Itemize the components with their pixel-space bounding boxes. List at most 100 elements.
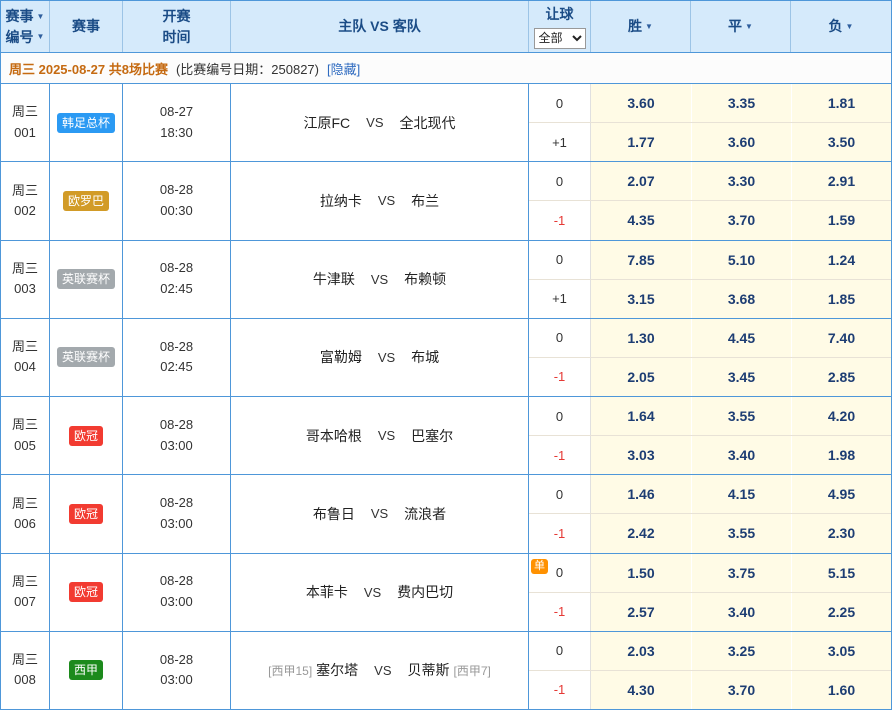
league-badge[interactable]: 英联赛杯 <box>57 269 115 289</box>
away-team: 布城 <box>411 347 439 367</box>
league-badge[interactable]: 欧冠 <box>69 582 103 602</box>
odds-win-cell[interactable]: 2.03 <box>591 632 691 670</box>
away-team: 布兰 <box>411 191 439 211</box>
odds-draw-cell[interactable]: 3.25 <box>691 632 791 670</box>
match-time: 08-28 02:45 <box>123 319 231 396</box>
odds-lose-cell[interactable]: 7.40 <box>791 319 891 357</box>
odds-draw-cell[interactable]: 3.35 <box>691 84 791 122</box>
vs-label: VS <box>364 585 381 600</box>
handicap-value: +1 <box>552 135 567 150</box>
odds-lose-cell[interactable]: 3.05 <box>791 632 891 670</box>
league-badge[interactable]: 欧冠 <box>69 504 103 524</box>
odds-draw-cell[interactable]: 3.68 <box>691 280 791 318</box>
odds-draw-cell[interactable]: 3.75 <box>691 554 791 592</box>
league-badge[interactable]: 韩足总杯 <box>57 113 115 133</box>
match-start-time: 02:45 <box>160 357 193 378</box>
odds-draw-cell[interactable]: 3.55 <box>691 397 791 435</box>
match-date: 08-28 <box>160 337 193 358</box>
odds-win-cell[interactable]: 1.46 <box>591 475 691 513</box>
odds-line: 0 1.30 4.45 7.40 <box>529 319 891 357</box>
odds-lose-cell[interactable]: 1.24 <box>791 241 891 279</box>
header-draw[interactable]: 平 ▼ <box>691 1 791 52</box>
handicap-value: -1 <box>554 604 566 619</box>
odds-block: 0 1.64 3.55 4.20 -1 3.03 3.40 1.98 <box>529 397 891 474</box>
header-match-id[interactable]: 赛事 ▼ 编号 ▼ <box>1 1 50 52</box>
odds-win-cell[interactable]: 2.57 <box>591 593 691 631</box>
odds-win-cell[interactable]: 3.03 <box>591 436 691 474</box>
league-badge[interactable]: 欧罗巴 <box>63 191 109 211</box>
league-badge[interactable]: 欧冠 <box>69 426 103 446</box>
odds-lose-cell[interactable]: 2.25 <box>791 593 891 631</box>
league-badge[interactable]: 西甲 <box>69 660 103 680</box>
odds-win-cell[interactable]: 2.05 <box>591 358 691 396</box>
hide-link[interactable]: [隐藏] <box>327 59 360 78</box>
odds-win-cell[interactable]: 1.77 <box>591 123 691 161</box>
match-start-time: 18:30 <box>160 123 193 144</box>
teams-cell: 富勒姆 VS 布城 <box>231 319 529 396</box>
odds-draw-cell[interactable]: 3.70 <box>691 671 791 709</box>
odds-draw-cell[interactable]: 3.55 <box>691 514 791 552</box>
odds-draw-cell[interactable]: 5.10 <box>691 241 791 279</box>
odds-win-cell[interactable]: 1.50 <box>591 554 691 592</box>
single-tag: 单 <box>531 559 548 574</box>
match-date: 08-28 <box>160 415 193 436</box>
odds-win-cell[interactable]: 2.42 <box>591 514 691 552</box>
sort-icon: ▼ <box>37 31 45 43</box>
header-win[interactable]: 胜 ▼ <box>591 1 691 52</box>
league-cell: 西甲 <box>50 632 123 709</box>
odds-win-cell[interactable]: 4.30 <box>591 671 691 709</box>
away-team: 流浪者 <box>404 504 446 524</box>
handicap-value: 0 <box>556 330 563 345</box>
odds-win-cell[interactable]: 1.30 <box>591 319 691 357</box>
odds-draw-cell[interactable]: 3.30 <box>691 162 791 200</box>
odds-lose-cell[interactable]: 1.59 <box>791 201 891 239</box>
odds-lose-cell[interactable]: 1.98 <box>791 436 891 474</box>
header-league-label: 赛事 <box>72 16 100 36</box>
odds-win-cell[interactable]: 2.07 <box>591 162 691 200</box>
odds-table: 赛事 ▼ 编号 ▼ 赛事 开赛 时间 主队 VS 客队 让球 全部 胜 <box>0 0 892 710</box>
odds-lose-cell[interactable]: 5.15 <box>791 554 891 592</box>
handicap-cell: 0 <box>529 632 591 670</box>
teams-cell: 牛津联 VS 布赖顿 <box>231 241 529 318</box>
match-time: 08-28 00:30 <box>123 162 231 239</box>
odds-draw-cell[interactable]: 3.40 <box>691 593 791 631</box>
vs-label: VS <box>366 115 383 130</box>
home-team: 拉纳卡 <box>320 191 362 211</box>
odds-draw-cell[interactable]: 3.70 <box>691 201 791 239</box>
league-badge[interactable]: 英联赛杯 <box>57 347 115 367</box>
handicap-cell: +1 <box>529 123 591 161</box>
vs-label: VS <box>378 193 395 208</box>
odds-win-cell[interactable]: 3.60 <box>591 84 691 122</box>
away-team: 巴塞尔 <box>411 426 453 446</box>
odds-lose-cell[interactable]: 4.20 <box>791 397 891 435</box>
odds-draw-cell[interactable]: 4.15 <box>691 475 791 513</box>
odds-lose-cell[interactable]: 2.91 <box>791 162 891 200</box>
handicap-cell: +1 <box>529 280 591 318</box>
odds-lose-cell[interactable]: 1.81 <box>791 84 891 122</box>
teams-cell: 拉纳卡 VS 布兰 <box>231 162 529 239</box>
match-id: 周三 007 <box>1 554 50 631</box>
odds-draw-cell[interactable]: 3.40 <box>691 436 791 474</box>
odds-win-cell[interactable]: 7.85 <box>591 241 691 279</box>
home-team: 本菲卡 <box>306 582 348 602</box>
header-lose[interactable]: 负 ▼ <box>791 1 891 52</box>
odds-lose-cell[interactable]: 4.95 <box>791 475 891 513</box>
odds-win-cell[interactable]: 4.35 <box>591 201 691 239</box>
odds-lose-cell[interactable]: 3.50 <box>791 123 891 161</box>
league-cell: 欧冠 <box>50 554 123 631</box>
handicap-filter-select[interactable]: 全部 <box>534 28 586 49</box>
match-row: 周三 008 西甲 08-28 03:00 [西甲15] 塞尔塔 VS 贝蒂斯 … <box>1 631 891 709</box>
odds-draw-cell[interactable]: 4.45 <box>691 319 791 357</box>
match-time: 08-28 03:00 <box>123 475 231 552</box>
teams-cell: 江原FC VS 全北现代 <box>231 84 529 161</box>
odds-draw-cell[interactable]: 3.45 <box>691 358 791 396</box>
odds-lose-cell[interactable]: 2.30 <box>791 514 891 552</box>
odds-draw-cell[interactable]: 3.60 <box>691 123 791 161</box>
odds-lose-cell[interactable]: 2.85 <box>791 358 891 396</box>
odds-line: +1 1.77 3.60 3.50 <box>529 122 891 161</box>
odds-lose-cell[interactable]: 1.60 <box>791 671 891 709</box>
odds-win-cell[interactable]: 1.64 <box>591 397 691 435</box>
odds-win-cell[interactable]: 3.15 <box>591 280 691 318</box>
handicap-value: -1 <box>554 682 566 697</box>
odds-lose-cell[interactable]: 1.85 <box>791 280 891 318</box>
